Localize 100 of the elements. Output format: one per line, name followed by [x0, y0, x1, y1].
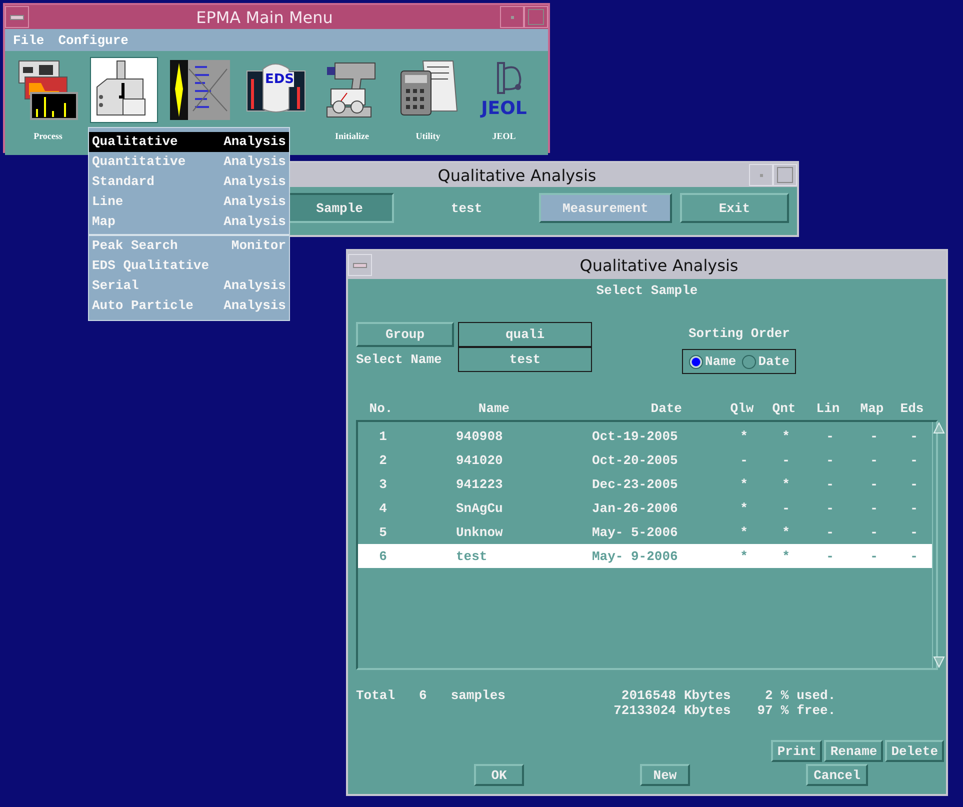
table-cell-text: * [739, 476, 749, 492]
table-cell-text: - [869, 500, 879, 516]
sorting-label: Sorting Order [688, 326, 790, 341]
table-cell-text: 4 [378, 500, 388, 516]
table-cell-text: May- 9-2006 [591, 548, 679, 564]
file-action-button[interactable]: Rename [824, 740, 884, 762]
table-cell-text: test [455, 548, 488, 564]
table-cell-text: 940908 [455, 428, 504, 444]
table-row[interactable]: 1 940908 Oct-19-2005 * * - - - [358, 424, 932, 448]
storage-status: free. [796, 703, 836, 718]
tool-label: Utility [416, 131, 440, 141]
table-cell-text: * [739, 524, 749, 540]
scroll-up-icon[interactable] [933, 422, 945, 434]
table-row[interactable]: 5 Unknow May- 5-2006 * * - - - [358, 520, 932, 544]
storage-unit: Kbytes [684, 688, 731, 703]
exit-button[interactable]: Exit [680, 193, 790, 223]
table-cell-text: SnAgCu [455, 500, 504, 516]
tool-button[interactable] [90, 57, 158, 123]
dialog-heading: Select Sample [595, 283, 699, 298]
menu-item[interactable]: Standard Analysis [89, 172, 289, 192]
storage-amount: 72133024 [612, 703, 676, 718]
menu-item[interactable]: Quantitative Analysis [89, 152, 289, 172]
table-cell-text: - [909, 476, 919, 492]
sample-count: 6 [419, 688, 427, 705]
table-row[interactable]: 2 941020 Oct-20-2005 - - - - - [358, 448, 932, 472]
storage-percent: 2 [764, 688, 773, 703]
tool-label: Process [34, 131, 62, 141]
table-cell-text: - [825, 476, 835, 492]
table-cell-text: * [739, 428, 749, 444]
scroll-down-icon[interactable] [933, 656, 945, 668]
radio-icon[interactable] [742, 354, 756, 368]
table-row[interactable]: 6 test May- 9-2006 * * - - - [358, 544, 932, 568]
table-cell-text: * [781, 524, 791, 540]
table-cell-text: - [869, 548, 879, 564]
minimize-button[interactable] [500, 6, 524, 28]
cancel-button[interactable]: Cancel [806, 764, 868, 786]
table-cell-text: - [825, 548, 835, 564]
table-row[interactable]: 4 SnAgCu Jan-26-2006 * - - - - [358, 496, 932, 520]
table-cell-text: - [825, 500, 835, 516]
table-cell-text: - [909, 500, 919, 516]
column-header: Qnt [771, 400, 797, 416]
table-cell-text: - [869, 428, 879, 444]
radio-option[interactable]: Date [742, 354, 790, 369]
maximize-button[interactable] [524, 6, 548, 28]
menu-item[interactable]: Peak Search Monitor [89, 234, 289, 256]
storage-amount: 2016548 [620, 688, 676, 703]
window-menu-button[interactable] [5, 6, 29, 28]
field-label: Select Name [356, 351, 443, 369]
table-cell-text: - [909, 524, 919, 540]
scrollbar[interactable] [932, 422, 945, 668]
table-cell-text: 2 [378, 452, 388, 468]
measurement-button[interactable]: Measurement [538, 193, 672, 223]
table-cell-text: - [909, 548, 919, 564]
table-cell-text: - [909, 428, 919, 444]
table-cell-text: Unknow [455, 524, 504, 540]
table-cell-text: 1 [378, 428, 388, 444]
tool-button[interactable]: EDS [242, 57, 310, 123]
table-cell-text: May- 5-2006 [591, 524, 679, 540]
window-title: Qualitative Analysis [436, 166, 598, 184]
group-field[interactable]: quali [458, 322, 592, 347]
table-cell-text: - [825, 452, 835, 468]
file-action-button[interactable]: Print [771, 740, 822, 762]
tool-label: JEOL [492, 131, 516, 141]
menu-item[interactable]: EDS Qualitative [89, 256, 289, 276]
table-cell-text: 5 [378, 524, 388, 540]
total-label: Total [356, 688, 396, 705]
table-cell-text: 941223 [455, 476, 504, 492]
menu-item[interactable]: Auto Particle Analysis [89, 296, 289, 316]
window-title: Qualitative Analysis [578, 256, 740, 274]
logo-text: JEOL [481, 99, 527, 119]
tool-button[interactable]: JEOL [470, 57, 538, 123]
select-name-field[interactable]: test [458, 347, 592, 372]
window-title: EPMA Main Menu [195, 8, 334, 26]
file-action-button[interactable]: Delete [885, 740, 944, 762]
menu-item[interactable]: Configure [58, 32, 128, 48]
menu-item[interactable]: Qualitative Analysis [89, 132, 289, 152]
charts-drawing [17, 59, 79, 121]
new-button[interactable]: New [640, 764, 690, 786]
table-cell-text: * [739, 548, 749, 564]
table-cell-text: * [739, 500, 749, 516]
table-cell-text: - [825, 524, 835, 540]
storage-status: used. [796, 688, 836, 703]
column-header: Lin [815, 400, 841, 416]
ok-button[interactable]: OK [474, 764, 524, 786]
table-cell-text: * [781, 476, 791, 492]
icon-label: EDS [265, 72, 294, 87]
table-row[interactable]: 3 941223 Dec-23-2005 * * - - - [358, 472, 932, 496]
percent-sign: % [780, 688, 789, 703]
table-cell-text: - [869, 452, 879, 468]
radio-icon[interactable] [689, 354, 703, 368]
menu-item[interactable]: Serial Analysis [89, 276, 289, 296]
radio-option[interactable]: Name [689, 354, 736, 369]
storage-unit: Kbytes [684, 703, 731, 718]
table-cell-text: Dec-23-2005 [591, 476, 679, 492]
count-unit: samples [450, 688, 506, 705]
table-cell-text: Oct-20-2005 [591, 452, 679, 468]
table-cell-text: - [825, 428, 835, 444]
menu-item[interactable]: File [13, 32, 44, 48]
table-cell-text: - [869, 524, 879, 540]
group-button[interactable]: Group [356, 322, 454, 347]
